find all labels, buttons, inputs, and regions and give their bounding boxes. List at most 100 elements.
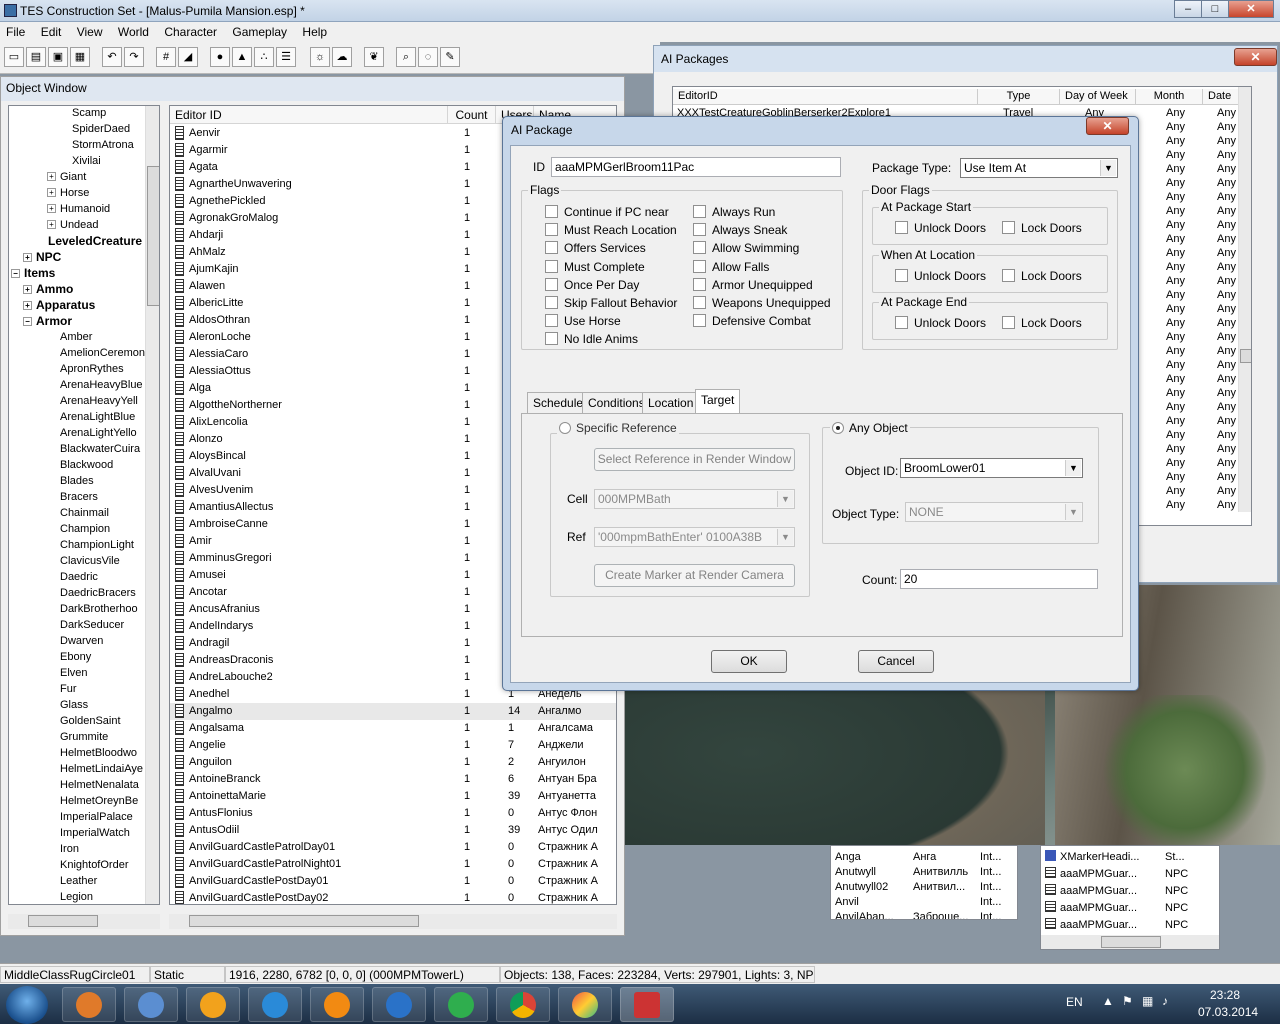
table-row[interactable]: AnvilGuardCastlePostDay02 1 0 Стражник А — [170, 890, 616, 904]
ai-packages-scrollbar[interactable] — [1238, 87, 1251, 512]
volume-icon[interactable]: ♪ — [1162, 994, 1168, 1008]
table-row[interactable]: Angalsama 1 1 Ангалсама — [170, 720, 616, 737]
tree-item[interactable]: GoldenSaint — [60, 714, 121, 730]
clock-time[interactable]: 23:28 — [1210, 988, 1240, 1002]
tree-item[interactable]: ArenaLightYello — [60, 426, 137, 442]
tree-item[interactable]: ArenaLightBlue — [60, 410, 135, 426]
chevron-up-icon[interactable]: ▲ — [1102, 994, 1114, 1008]
tree-item[interactable]: Bracers — [60, 490, 98, 506]
undo-icon[interactable]: ↶ — [102, 47, 122, 67]
unlock-doors-checkbox[interactable]: Unlock Doors — [895, 316, 986, 330]
tree-item[interactable]: ChampionLight — [60, 538, 134, 554]
collapse-icon[interactable]: − — [23, 317, 32, 326]
col-count[interactable]: Count — [448, 106, 496, 124]
tree-item[interactable]: DaedricBracers — [60, 586, 136, 602]
list-item[interactable]: aaaMPMGuar... NPC — [1045, 901, 1188, 916]
tree-item[interactable]: Champion — [60, 522, 110, 538]
table-row[interactable]: AnvilGuardCastlePatrolNight01 1 0 Стражник … — [170, 856, 616, 873]
colorful-app-icon[interactable] — [558, 987, 612, 1022]
leaf-icon[interactable]: ❦ — [364, 47, 384, 67]
tree-item[interactable]: + NPC — [23, 250, 61, 266]
table-row[interactable]: AntoinettaMarie 1 39 Антуанетта — [170, 788, 616, 805]
list-item[interactable]: Anutwyll Анитвилль Int... — [835, 865, 1001, 880]
network-icon[interactable]: ▦ — [1142, 994, 1153, 1008]
flag-checkbox[interactable]: Weapons Unequipped — [693, 296, 831, 310]
expand-icon[interactable]: + — [47, 188, 56, 197]
sky-icon[interactable]: ☁ — [332, 47, 352, 67]
flag-checkbox[interactable]: No Idle Anims — [545, 332, 638, 346]
tree-item[interactable]: Leather — [60, 874, 97, 890]
tree-hscroll[interactable] — [8, 914, 160, 929]
any-object-radio[interactable]: Any Object — [830, 421, 910, 435]
browser-icon[interactable] — [372, 987, 426, 1022]
tree-item[interactable]: + Undead — [47, 218, 99, 234]
ok-button[interactable]: OK — [711, 650, 787, 673]
close-button[interactable]: ✕ — [1228, 0, 1274, 18]
count-input[interactable]: 20 — [900, 569, 1098, 589]
tree-item[interactable]: KnightofOrder — [60, 858, 128, 874]
flag-checkbox[interactable]: Must Reach Location — [545, 223, 677, 237]
redo-icon[interactable]: ↷ — [124, 47, 144, 67]
flag-checkbox[interactable]: Allow Falls — [693, 259, 769, 274]
clock-date[interactable]: 07.03.2014 — [1198, 1005, 1258, 1019]
id-input[interactable]: aaaMPMGerlBroom11Pac — [551, 157, 841, 177]
light-bulb-icon[interactable]: ☼ — [310, 47, 330, 67]
table-row[interactable]: AntusFlonius 1 0 Антус Флон — [170, 805, 616, 822]
tree-item[interactable]: + Ammo — [23, 282, 73, 298]
list-item[interactable]: XMarkerHeadi... St... — [1045, 850, 1185, 865]
tree-item[interactable]: DarkSeducer — [60, 618, 124, 634]
tree-item[interactable]: Fur — [60, 682, 77, 698]
list-item[interactable]: Anutwyll02 Анитвил... Int... — [835, 880, 1001, 895]
ref-select[interactable]: '000mpmBathEnter' 0100A38B ▼ — [594, 527, 795, 547]
pencil-icon[interactable]: ✎ — [440, 47, 460, 67]
tree-item[interactable]: Chainmail — [60, 506, 109, 522]
tree-scroll-thumb[interactable] — [147, 166, 159, 306]
minimize-button[interactable]: – — [1174, 0, 1202, 18]
reference-list-hscroll[interactable] — [1041, 935, 1219, 949]
tree-item[interactable]: Dwarven — [60, 634, 103, 650]
lock-doors-checkbox[interactable]: Lock Doors — [1002, 316, 1082, 330]
tree-item[interactable]: Blackwood — [60, 458, 113, 474]
flag-checkbox[interactable]: Always Run — [693, 205, 775, 219]
menu-edit[interactable]: Edit — [35, 22, 68, 39]
tree-item[interactable]: + Giant — [47, 170, 86, 186]
tree-item[interactable]: Scamp — [72, 106, 106, 122]
list-item[interactable]: AnvilAban... Заброше... Int... — [835, 910, 1001, 919]
odnoklassniki-icon[interactable] — [310, 987, 364, 1022]
flag-checkbox[interactable]: Use Horse — [545, 314, 621, 328]
unlock-doors-checkbox[interactable]: Unlock Doors — [895, 269, 986, 283]
tree-item[interactable]: HelmetLindaiAye — [60, 762, 143, 778]
tree-item[interactable]: − Items — [11, 266, 55, 282]
tree-item[interactable]: + Horse — [47, 186, 89, 202]
ai-packages-close-button[interactable]: ✕ — [1234, 48, 1277, 66]
col-editorid[interactable]: EditorID — [673, 89, 978, 105]
tree-item[interactable]: DarkBrotherhoo — [60, 602, 138, 618]
action-center-icon[interactable]: ⚑ — [1122, 994, 1133, 1008]
col-type[interactable]: Type — [978, 89, 1060, 105]
tab-location[interactable]: Location — [642, 392, 700, 413]
tab-target[interactable]: Target — [695, 389, 741, 414]
tree-item[interactable]: Iron — [60, 842, 79, 858]
havok-icon[interactable]: ☰ — [276, 47, 296, 67]
expand-icon[interactable]: + — [23, 285, 32, 294]
cell-list[interactable]: Anga Анга Int... Anutwyll Анитвилль Int... A… — [830, 845, 1018, 920]
list-item[interactable]: Anvil Int... — [835, 895, 1001, 910]
package-type-select[interactable]: Use Item At ▼ — [960, 158, 1118, 178]
object-type-select[interactable]: NONE ▼ — [905, 502, 1083, 522]
tree-item[interactable]: Amber — [60, 330, 92, 346]
list-item[interactable]: aaaMPMGuar... NPC — [1045, 918, 1188, 933]
mail-agent-icon[interactable] — [186, 987, 240, 1022]
create-marker-button[interactable]: Create Marker at Render Camera — [594, 564, 795, 587]
world-icon[interactable]: ● — [210, 47, 230, 67]
tab-conditions[interactable]: Conditions — [582, 392, 651, 413]
dialog-close-button[interactable]: ✕ — [1086, 117, 1129, 135]
menu-file[interactable]: File — [0, 22, 31, 39]
col-date[interactable]: Date — [1203, 89, 1243, 105]
specific-reference-radio[interactable]: Specific Reference — [557, 421, 679, 435]
tab-schedule[interactable]: Schedule — [527, 392, 590, 413]
object-id-select[interactable]: BroomLower01 ▼ — [900, 458, 1083, 478]
expand-icon[interactable]: + — [47, 204, 56, 213]
markers-icon[interactable]: ∴ — [254, 47, 274, 67]
media-player-icon[interactable] — [62, 987, 116, 1022]
table-row[interactable]: Anguilon 1 2 Ангуилон — [170, 754, 616, 771]
